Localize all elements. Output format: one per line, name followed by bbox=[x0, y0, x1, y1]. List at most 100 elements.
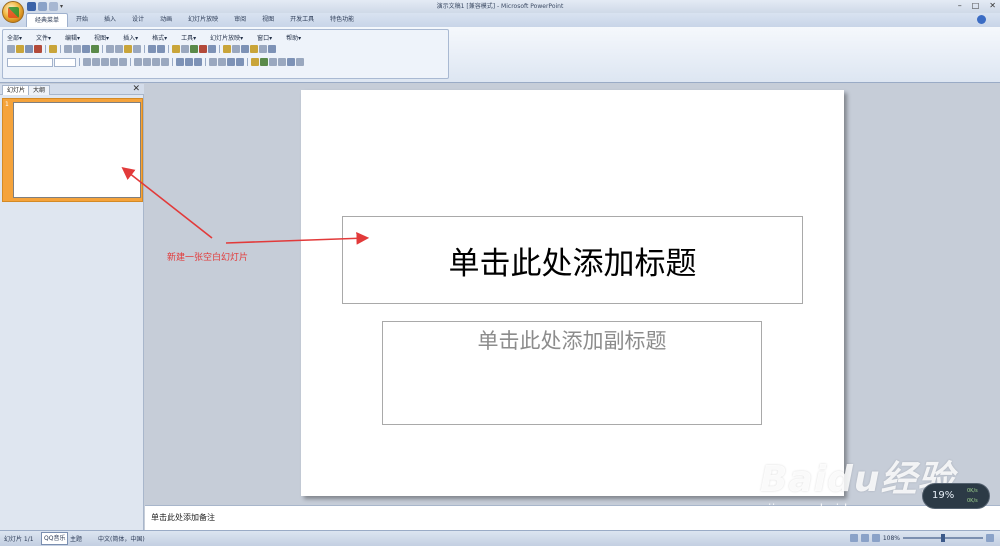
print-preview-icon[interactable] bbox=[73, 45, 81, 53]
tab-design[interactable]: 设计 bbox=[124, 13, 152, 27]
bold-icon[interactable] bbox=[83, 58, 91, 66]
paste-icon[interactable] bbox=[124, 45, 132, 53]
menu-slideshow[interactable]: 幻灯片放映▾ bbox=[210, 33, 243, 42]
standard-toolbar bbox=[7, 45, 276, 53]
menu-window[interactable]: 窗口▾ bbox=[257, 33, 272, 42]
redo-icon[interactable] bbox=[49, 2, 58, 11]
slide-thumbnail-selected[interactable]: 1 bbox=[2, 98, 143, 202]
save-icon[interactable] bbox=[27, 2, 36, 11]
indent-icon[interactable] bbox=[227, 58, 235, 66]
print-icon[interactable] bbox=[64, 45, 72, 53]
slide-canvas[interactable]: 单击此处添加标题 单击此处添加副标题 bbox=[301, 90, 844, 496]
italic-icon[interactable] bbox=[92, 58, 100, 66]
tab-animations[interactable]: 动画 bbox=[152, 13, 180, 27]
chart-icon[interactable] bbox=[172, 45, 180, 53]
align-center-icon[interactable] bbox=[143, 58, 151, 66]
classic-menu-row: 全部▾ 文件▾ 编辑▾ 视图▾ 插入▾ 格式▾ 工具▾ 幻灯片放映▾ 窗口▾ 帮… bbox=[7, 33, 301, 42]
menu-insert[interactable]: 插入▾ bbox=[123, 33, 138, 42]
font-size-combo[interactable] bbox=[54, 58, 76, 67]
zoom-slider-thumb[interactable] bbox=[941, 534, 945, 542]
menu-all[interactable]: 全部▾ bbox=[7, 33, 22, 42]
decrease-font-icon[interactable] bbox=[218, 58, 226, 66]
color-icon[interactable] bbox=[199, 45, 207, 53]
slide-sorter-icon[interactable] bbox=[860, 534, 869, 542]
customize-qat-icon[interactable]: ▾ bbox=[60, 2, 65, 11]
new-icon[interactable] bbox=[7, 45, 15, 53]
fit-to-window-icon[interactable] bbox=[986, 534, 994, 542]
arrange-icon[interactable] bbox=[278, 58, 286, 66]
tab-classic-menu[interactable]: 经典菜单 bbox=[26, 13, 69, 27]
folder-icon[interactable] bbox=[223, 45, 231, 53]
tab-developer[interactable]: 开发工具 bbox=[282, 13, 322, 27]
format-painter-icon[interactable] bbox=[49, 45, 57, 53]
numbering-icon[interactable] bbox=[185, 58, 193, 66]
close-pane-icon[interactable]: ✕ bbox=[132, 84, 140, 95]
tab-view[interactable]: 视图 bbox=[254, 13, 282, 27]
help-toolbar-icon[interactable] bbox=[268, 45, 276, 53]
menu-view[interactable]: 视图▾ bbox=[94, 33, 109, 42]
undo-toolbar-icon[interactable] bbox=[148, 45, 156, 53]
tab-slides[interactable]: 幻灯片 bbox=[2, 85, 31, 95]
subtitle-placeholder[interactable]: 单击此处添加副标题 bbox=[382, 321, 762, 425]
open-icon[interactable] bbox=[16, 45, 24, 53]
spelling-icon[interactable] bbox=[82, 45, 90, 53]
insert-picture-icon[interactable] bbox=[190, 45, 198, 53]
help-icon[interactable] bbox=[977, 15, 986, 24]
table-icon[interactable] bbox=[181, 45, 189, 53]
normal-view-icon[interactable] bbox=[849, 534, 858, 542]
increase-font-icon[interactable] bbox=[209, 58, 217, 66]
tab-outline[interactable]: 大纲 bbox=[28, 85, 51, 95]
change-case-icon[interactable] bbox=[119, 58, 127, 66]
permission-icon[interactable] bbox=[34, 45, 42, 53]
align-left-icon[interactable] bbox=[134, 58, 142, 66]
slideshow-view-icon[interactable] bbox=[871, 534, 880, 542]
underline-icon[interactable] bbox=[101, 58, 109, 66]
network-monitor-widget[interactable]: 19% 0K/s 0K/s bbox=[922, 483, 990, 509]
maximize-button[interactable]: □ bbox=[972, 1, 980, 10]
clipboard-icon[interactable] bbox=[133, 45, 141, 53]
text-box-icon[interactable] bbox=[241, 45, 249, 53]
menu-file[interactable]: 文件▾ bbox=[36, 33, 51, 42]
fill-icon[interactable] bbox=[250, 45, 258, 53]
taskbar-qq-music[interactable]: QQ音乐 bbox=[41, 532, 69, 545]
tab-slideshow[interactable]: 幻灯片放映 bbox=[180, 13, 226, 27]
line-color-icon[interactable] bbox=[287, 58, 295, 66]
outdent-icon[interactable] bbox=[236, 58, 244, 66]
bullets-icon[interactable] bbox=[194, 58, 202, 66]
effects-icon[interactable] bbox=[296, 58, 304, 66]
title-placeholder[interactable]: 单击此处添加标题 bbox=[342, 216, 803, 304]
design-icon[interactable] bbox=[251, 58, 259, 66]
undo-icon[interactable] bbox=[38, 2, 47, 11]
layout-icon[interactable] bbox=[232, 45, 240, 53]
align-right-icon[interactable] bbox=[152, 58, 160, 66]
tab-home[interactable]: 开始 bbox=[68, 13, 96, 27]
copy-icon[interactable] bbox=[115, 45, 123, 53]
tab-insert[interactable]: 插入 bbox=[96, 13, 124, 27]
shapes-icon[interactable] bbox=[269, 58, 277, 66]
tab-special[interactable]: 特色功能 bbox=[322, 13, 362, 27]
save-toolbar-icon[interactable] bbox=[25, 45, 33, 53]
grayscale-icon[interactable] bbox=[208, 45, 216, 53]
font-name-combo[interactable] bbox=[7, 58, 53, 67]
menu-format[interactable]: 格式▾ bbox=[152, 33, 167, 42]
columns-icon[interactable] bbox=[176, 58, 184, 66]
tab-review[interactable]: 审阅 bbox=[226, 13, 254, 27]
separator bbox=[130, 58, 131, 66]
research-icon[interactable] bbox=[91, 45, 99, 53]
menu-edit[interactable]: 编辑▾ bbox=[65, 33, 80, 42]
find-icon[interactable] bbox=[259, 45, 267, 53]
menu-tools[interactable]: 工具▾ bbox=[181, 33, 196, 42]
shadow-icon[interactable] bbox=[110, 58, 118, 66]
new-slide-icon[interactable] bbox=[260, 58, 268, 66]
menu-help[interactable]: 帮助▾ bbox=[286, 33, 301, 42]
slide-thumbnail[interactable] bbox=[13, 102, 141, 198]
separator bbox=[219, 45, 220, 53]
zoom-slider[interactable] bbox=[903, 534, 983, 542]
cut-icon[interactable] bbox=[106, 45, 114, 53]
close-button[interactable]: ✕ bbox=[989, 1, 996, 10]
redo-toolbar-icon[interactable] bbox=[157, 45, 165, 53]
minimize-button[interactable]: – bbox=[958, 1, 962, 10]
status-slide-count: 幻灯片 1/1 bbox=[4, 536, 34, 543]
office-button[interactable] bbox=[2, 1, 24, 23]
justify-icon[interactable] bbox=[161, 58, 169, 66]
